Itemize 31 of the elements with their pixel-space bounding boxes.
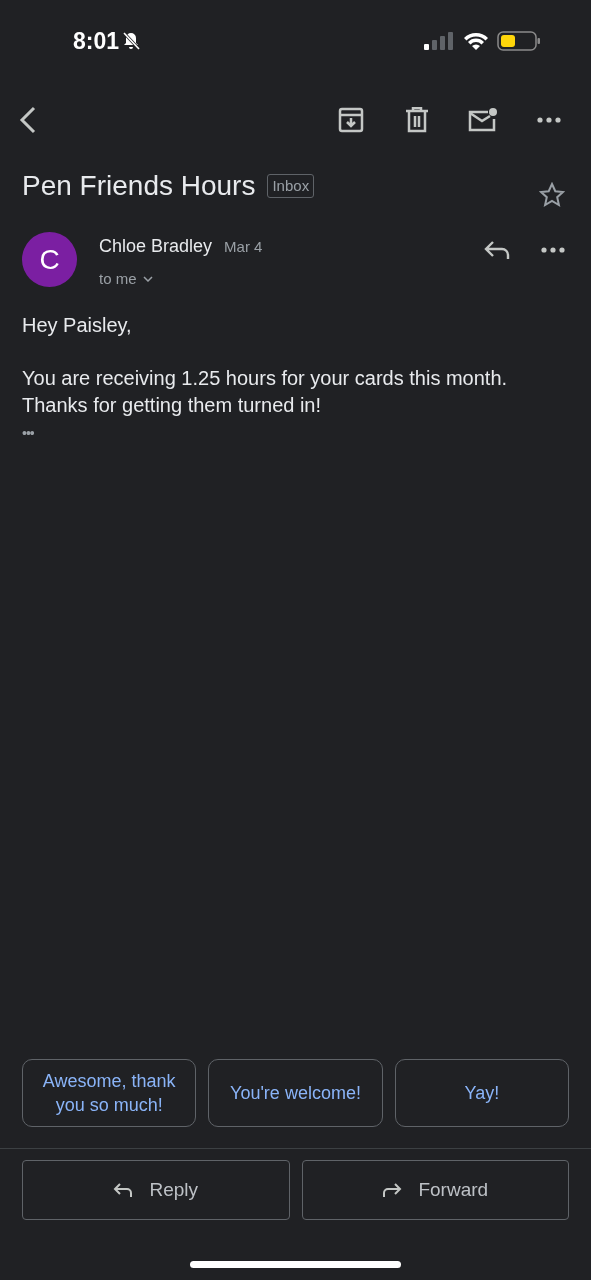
mail-icon <box>468 107 498 133</box>
sender-name: Chloe Bradley <box>99 235 213 258</box>
sender-avatar: C <box>22 232 77 287</box>
reply-button[interactable]: Reply <box>22 1160 290 1220</box>
message-paragraph: Hey Paisley, <box>22 313 133 338</box>
forward-icon <box>382 1182 403 1198</box>
archive-icon <box>338 107 364 133</box>
forward-button[interactable]: Forward <box>301 1160 569 1220</box>
message-paragraph: You are receiving 1.25 hours for your cards this month. Thanks for getting them turned in! <box>22 366 509 418</box>
battery-icon <box>497 30 541 52</box>
bell-off-icon <box>121 31 142 51</box>
trash-icon <box>405 107 429 133</box>
chevron-down-icon <box>142 276 153 283</box>
show-trimmed-button[interactable]: ••• <box>22 425 34 441</box>
status-time: 8:01 <box>73 26 120 56</box>
star-button[interactable] <box>537 180 567 210</box>
message-date: Mar 4 <box>224 237 263 257</box>
email-subject: Pen Friends Hours <box>22 169 256 203</box>
smart-reply-chip[interactable]: You're welcome! <box>208 1059 383 1127</box>
star-icon <box>539 182 565 208</box>
back-icon <box>18 105 38 135</box>
smart-reply-chip[interactable]: Awesome, thank you so much! <box>22 1059 197 1127</box>
reply-icon <box>484 240 510 260</box>
recipient-toggle[interactable]: to me <box>99 268 263 291</box>
wifi-icon <box>463 31 489 51</box>
reply-icon <box>113 1182 134 1198</box>
more-icon <box>541 247 565 253</box>
signal-icon <box>423 31 453 51</box>
more-icon <box>537 117 561 123</box>
smart-reply-chip[interactable]: Yay! <box>394 1059 569 1127</box>
inbox-label[interactable]: Inbox <box>267 174 315 198</box>
